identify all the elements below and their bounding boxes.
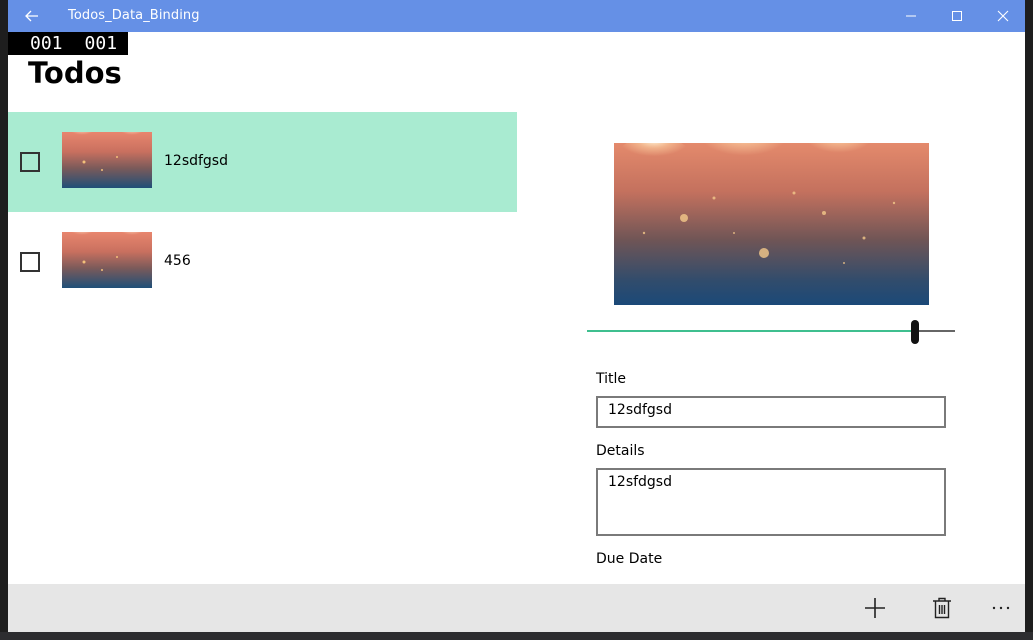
add-icon <box>865 598 885 618</box>
app-window: Todos_Data_Binding 001 001 Todos 12sdfgs… <box>8 0 1025 632</box>
todo-checkbox[interactable] <box>20 252 40 272</box>
close-icon <box>997 10 1009 22</box>
maximize-icon <box>952 11 962 21</box>
details-label: Details <box>596 443 645 459</box>
delete-button[interactable] <box>918 584 966 632</box>
background-ide-bottom <box>0 632 1033 640</box>
add-button[interactable] <box>851 584 899 632</box>
title-bar: Todos_Data_Binding <box>8 0 1025 32</box>
details-field[interactable]: 12sfdgsd <box>596 468 946 536</box>
todo-checkbox[interactable] <box>20 152 40 172</box>
frame-counter-value: 001 <box>84 33 118 54</box>
todo-label: 456 <box>164 253 191 269</box>
more-button[interactable] <box>977 584 1025 632</box>
todo-item[interactable]: 12sdfgsd <box>8 112 517 212</box>
maximize-button[interactable] <box>934 0 980 32</box>
frame-rate-counter: 001 001 <box>8 32 128 55</box>
more-icon <box>992 606 1010 610</box>
title-label: Title <box>596 371 627 387</box>
back-arrow-icon <box>25 10 38 22</box>
delete-icon <box>933 597 951 619</box>
back-button[interactable] <box>8 0 56 32</box>
image-size-slider[interactable] <box>587 318 955 344</box>
app-title: Todos_Data_Binding <box>68 8 200 23</box>
slider-track <box>914 330 955 332</box>
due-date-label: Due Date <box>596 551 663 567</box>
command-bar <box>8 584 1025 632</box>
frame-counter-value: 001 <box>30 33 63 54</box>
close-button[interactable] <box>980 0 1025 32</box>
todo-label: 12sdfgsd <box>164 153 228 169</box>
todo-thumbnail <box>62 232 152 288</box>
todo-thumbnail <box>62 132 152 188</box>
minimize-icon <box>906 15 916 17</box>
background-ide-right <box>1025 0 1033 640</box>
todo-list: 12sdfgsd 456 <box>8 112 517 312</box>
page-title: Todos <box>28 56 122 90</box>
slider-thumb[interactable] <box>910 320 919 344</box>
background-ide-left <box>0 0 8 640</box>
title-field[interactable]: 12sdfgsd <box>596 396 946 428</box>
minimize-button[interactable] <box>888 0 934 32</box>
slider-fill <box>587 330 915 332</box>
todo-item[interactable]: 456 <box>8 212 517 312</box>
selected-todo-image <box>614 143 929 305</box>
